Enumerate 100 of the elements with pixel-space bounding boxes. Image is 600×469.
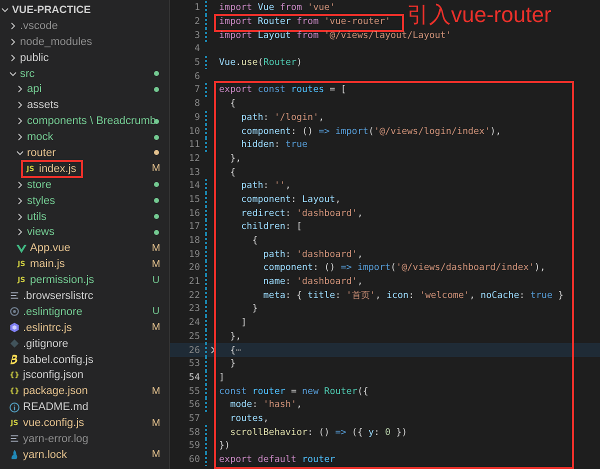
code-line: name: 'dashboard', — [262, 276, 363, 288]
chevron-icon[interactable] — [16, 228, 24, 236]
code-line: component: () => import('@/views/dashboard/index'), — [262, 262, 546, 274]
diamond-icon — [9, 338, 20, 350]
hexagon-icon — [9, 322, 20, 334]
code-line: scrollBehavior: () => ({ y: 0 }) — [229, 426, 408, 438]
git-status: M — [152, 449, 160, 460]
file-item[interactable]: .eslintrc.js — [23, 322, 72, 334]
code-line: const router = new Router({ — [219, 386, 368, 397]
code-line: }) — [219, 440, 230, 452]
folder-item[interactable]: store — [27, 178, 52, 191]
file-item[interactable]: yarn.lock — [23, 448, 68, 461]
file-item[interactable]: .browserslistrc — [23, 290, 94, 302]
file-item[interactable]: .gitignore — [23, 338, 68, 350]
chevron-icon[interactable] — [16, 180, 24, 189]
code-line: import Vue from 'vue' — [219, 2, 336, 14]
v-icon — [16, 242, 27, 254]
git-status: M — [152, 386, 160, 397]
file-item[interactable]: babel.config.js — [23, 354, 94, 366]
chevron-icon[interactable] — [9, 54, 17, 62]
chevron-icon[interactable] — [16, 85, 24, 94]
code-line: routes, — [229, 412, 269, 424]
folder-item[interactable]: node_modules — [20, 36, 92, 48]
file-item[interactable]: package.json — [23, 385, 88, 398]
line-number: 60 — [188, 454, 200, 466]
git-status: M — [152, 322, 160, 334]
line-number: 19 — [188, 248, 200, 260]
line-number: 9 — [193, 112, 200, 123]
circle-icon — [9, 306, 20, 318]
code-line: {⋯ — [229, 344, 242, 356]
chevron-icon[interactable] — [16, 196, 24, 205]
chevron-icon[interactable] — [16, 101, 24, 110]
code-line: } — [229, 358, 236, 370]
info-icon — [9, 402, 20, 413]
code-line: path: 'dashboard', — [262, 248, 363, 260]
chevron-icon[interactable] — [16, 212, 24, 221]
code-line: component: Layout, — [240, 194, 341, 205]
file-item[interactable]: README.md — [23, 401, 88, 414]
chevron-icon[interactable] — [9, 70, 17, 78]
git-status: M — [152, 242, 160, 254]
line-number: 26 — [188, 344, 200, 356]
code-line: import Layout from '@/views/layout/Layout' — [219, 30, 452, 41]
code-line: { — [229, 98, 236, 110]
chevron-icon[interactable] — [9, 22, 17, 30]
line-number: 12 — [188, 152, 200, 164]
folder-item[interactable]: styles — [27, 194, 56, 207]
folder-item[interactable]: router — [27, 146, 56, 159]
file-item[interactable]: index.js — [39, 162, 76, 175]
folder-item[interactable]: api — [27, 83, 42, 96]
chevron-icon[interactable] — [16, 148, 24, 157]
code-line: { — [229, 166, 236, 178]
folder-item[interactable]: utils — [27, 210, 47, 223]
folder-item[interactable]: assets — [27, 99, 59, 112]
git-status: U — [152, 274, 160, 286]
code-line: ] — [240, 317, 247, 328]
line-number: 14 — [188, 180, 200, 192]
file-item[interactable]: yarn-error.log — [23, 432, 88, 445]
git-status: M — [152, 258, 160, 270]
folder-item[interactable]: components \ Breadcrumb — [27, 115, 156, 128]
project-title[interactable]: VUE-PRACTICE — [12, 4, 91, 16]
line-number: 55 — [188, 386, 200, 397]
file-item[interactable]: .eslintignore — [23, 306, 82, 318]
line-number: 3 — [193, 30, 200, 41]
line-number: 7 — [193, 84, 200, 96]
code-line: children: [ — [240, 221, 302, 232]
code-line: }, — [229, 330, 242, 342]
chevron-icon[interactable] — [9, 38, 17, 46]
line-number: 56 — [188, 399, 200, 410]
line-number: 2 — [193, 16, 200, 28]
code-line: import Router from 'vue-router' — [219, 16, 391, 28]
file-item[interactable]: main.js — [30, 258, 65, 270]
line-number: 13 — [188, 166, 200, 178]
line-number: 1 — [193, 2, 200, 14]
folder-item[interactable]: views — [27, 226, 55, 238]
file-item[interactable]: jsconfig.json — [23, 369, 84, 382]
code-line: export const routes = [ — [219, 84, 346, 96]
code-line: { — [251, 235, 258, 246]
line-number: 20 — [188, 262, 200, 274]
folder-item[interactable]: mock — [27, 131, 54, 144]
git-status: U — [152, 306, 160, 318]
code-line: redirect: 'dashboard', — [240, 208, 363, 219]
chevron-icon[interactable] — [1, 6, 9, 14]
chevron-icon[interactable] — [16, 117, 24, 126]
line-number: 24 — [188, 317, 200, 328]
line-number: 21 — [188, 276, 200, 288]
chevron-icon[interactable] — [16, 133, 24, 142]
folder-item[interactable]: .vscode — [20, 20, 58, 32]
code-line: path: '/login', — [240, 112, 324, 123]
chevron-icon[interactable] — [209, 346, 217, 354]
line-number: 10 — [188, 126, 200, 137]
line-number: 23 — [188, 303, 200, 314]
file-item[interactable]: App.vue — [30, 242, 70, 254]
line-number: 8 — [193, 98, 200, 110]
file-item[interactable]: vue.config.js — [23, 417, 84, 430]
line-number: 53 — [188, 358, 200, 370]
file-item[interactable]: permission.js — [30, 274, 94, 286]
code-line: meta: { title: '首页', icon: 'welcome', noCache: true } — [262, 288, 564, 302]
folder-item[interactable]: public — [20, 52, 49, 64]
line-number: 58 — [188, 426, 200, 438]
folder-item[interactable]: src — [20, 68, 35, 80]
